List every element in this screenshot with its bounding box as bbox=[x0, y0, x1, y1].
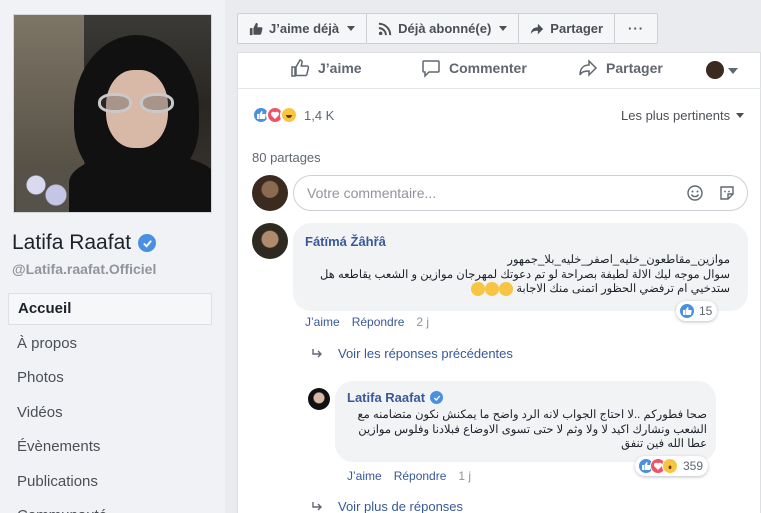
post-share-label: Partager bbox=[606, 60, 663, 76]
verified-badge-icon bbox=[430, 391, 444, 404]
comment-actions: J’aime Répondre 2 j bbox=[305, 315, 429, 329]
share-page-button[interactable]: Partager bbox=[518, 13, 616, 44]
comment-line: موازين_مقاطعون_خليه_اصفر_خليه_بلا_جمهور bbox=[507, 254, 730, 266]
comment-sort-dropdown[interactable]: Les plus pertinents bbox=[621, 108, 745, 123]
view-more-replies-label: Voir plus de réponses bbox=[338, 499, 464, 513]
chevron-down-icon[interactable] bbox=[728, 68, 738, 74]
emoji-icon[interactable] bbox=[686, 184, 704, 202]
share-arrow-icon bbox=[579, 59, 598, 77]
reply-text: صحا فطوركم ..لا احتاج الجواب لانه الرد و… bbox=[347, 408, 707, 452]
comment-reaction-count[interactable]: 15 bbox=[676, 301, 718, 321]
reply-reaction-number: 359 bbox=[683, 459, 704, 473]
comment-reply-link[interactable]: Répondre bbox=[352, 315, 405, 329]
post-comment-label: Commenter bbox=[449, 60, 527, 76]
comment-line: سوال موجه ليك الالة لطيفة بصراحة لو تم د… bbox=[320, 268, 730, 281]
thumbs-up-icon bbox=[249, 22, 263, 35]
page-handle[interactable]: @Latifa.raafat.Officiel bbox=[12, 261, 156, 277]
thinking-emoji-icon bbox=[471, 282, 486, 296]
haha-reaction-icon bbox=[280, 106, 298, 124]
post-action-bar: J’aime Commenter Partager bbox=[238, 53, 761, 89]
page-name-text[interactable]: Latifa Raafat bbox=[12, 231, 131, 255]
reaction-count[interactable]: 1,4 K bbox=[304, 108, 334, 123]
nav-item-communaute[interactable]: Communauté bbox=[8, 499, 212, 513]
comment-bubble-icon bbox=[422, 60, 440, 78]
current-user-avatar bbox=[252, 175, 288, 211]
comment-text: موازين_مقاطعون_خليه_اصفر_خليه_بلا_جمهور … bbox=[305, 253, 730, 297]
page-action-bar: J’aime déjà Déjà abonné(e) Partager ··· bbox=[237, 13, 659, 44]
nav-item-videos[interactable]: Vidéos bbox=[8, 396, 212, 430]
comment-reaction-number: 15 bbox=[699, 304, 713, 318]
reply-line: صحا فطوركم ..لا احتاج الجواب لانه الرد و… bbox=[357, 409, 707, 421]
nav-item-accueil[interactable]: Accueil bbox=[8, 293, 212, 325]
profile-picture[interactable] bbox=[13, 14, 212, 213]
like-reaction-icon bbox=[679, 303, 695, 319]
reply-author[interactable]: Latifa Raafat bbox=[347, 390, 444, 405]
more-options-button[interactable]: ··· bbox=[614, 13, 659, 44]
nav-item-publications[interactable]: Publications bbox=[8, 465, 212, 499]
reply-reaction-count[interactable]: 359 bbox=[635, 456, 709, 476]
reply-reply-link[interactable]: Répondre bbox=[394, 469, 447, 483]
post-card: J’aime Commenter Partager 1,4 K Les plus… bbox=[237, 52, 761, 513]
nav-item-a-propos[interactable]: À propos bbox=[8, 327, 212, 361]
reply-arrow-icon bbox=[312, 348, 322, 357]
verified-badge-icon bbox=[138, 234, 157, 252]
post-as-avatar[interactable] bbox=[706, 61, 724, 79]
view-more-replies-link[interactable]: Voir plus de réponses bbox=[312, 499, 463, 513]
comment-input[interactable]: Votre commentaire... bbox=[293, 175, 748, 211]
comment-line: ستدخيي ام ترفضي الحظور اتمنى منك الاجابة bbox=[516, 283, 730, 296]
thinking-emoji-icon bbox=[485, 282, 500, 296]
reply-timestamp[interactable]: 1 j bbox=[458, 469, 471, 483]
chevron-down-icon bbox=[736, 113, 745, 118]
follow-button[interactable]: Déjà abonné(e) bbox=[366, 13, 520, 44]
comment-author[interactable]: Fátïmá Žâhřâ bbox=[305, 234, 386, 249]
follow-label: Déjà abonné(e) bbox=[398, 21, 492, 36]
share-arrow-icon bbox=[531, 23, 544, 34]
reply-line: عطا الله فين تنفق bbox=[621, 438, 707, 450]
chevron-down-icon bbox=[347, 26, 356, 31]
comment-input-placeholder: Votre commentaire... bbox=[307, 185, 437, 201]
post-like-button[interactable]: J’aime bbox=[290, 58, 362, 78]
post-share-button[interactable]: Partager bbox=[578, 58, 663, 78]
share-page-label: Partager bbox=[550, 21, 604, 36]
left-column: Latifa Raafat @Latifa.raafat.Officiel Ac… bbox=[0, 0, 225, 513]
view-previous-replies-label: Voir les réponses précédentes bbox=[338, 346, 513, 361]
reply-arrow-icon bbox=[312, 501, 322, 510]
commenter-avatar[interactable] bbox=[252, 223, 288, 259]
comment-timestamp[interactable]: 2 j bbox=[416, 315, 429, 329]
reply-line: الشعب ونشارك اكيد لا ولا وثم لا حتى تسوى… bbox=[358, 423, 707, 436]
comment-like-link[interactable]: J’aime bbox=[305, 315, 340, 329]
reaction-summary[interactable]: 1,4 K bbox=[252, 106, 334, 124]
like-page-label: J’aime déjà bbox=[269, 21, 340, 36]
post-comment-button[interactable]: Commenter bbox=[421, 58, 527, 78]
page-name[interactable]: Latifa Raafat bbox=[12, 231, 157, 255]
like-page-button[interactable]: J’aime déjà bbox=[237, 13, 368, 44]
share-count[interactable]: 80 partages bbox=[252, 150, 321, 165]
reply-author-avatar[interactable] bbox=[308, 388, 330, 410]
reply-actions: J’aime Répondre 1 j bbox=[347, 469, 471, 483]
thumbs-up-icon bbox=[291, 59, 310, 77]
rss-icon bbox=[378, 22, 392, 35]
page-nav: Accueil À propos Photos Vidéos Évènement… bbox=[8, 293, 212, 513]
reply-like-link[interactable]: J’aime bbox=[347, 469, 382, 483]
nav-item-photos[interactable]: Photos bbox=[8, 361, 212, 395]
nav-item-evenements[interactable]: Évènements bbox=[8, 430, 212, 464]
chevron-down-icon bbox=[499, 26, 508, 31]
comment-sort-label: Les plus pertinents bbox=[621, 108, 731, 123]
view-previous-replies-link[interactable]: Voir les réponses précédentes bbox=[312, 346, 513, 361]
wow-reaction-icon bbox=[662, 458, 678, 474]
thinking-emoji-icon bbox=[499, 282, 514, 296]
post-like-label: J’aime bbox=[318, 60, 362, 76]
sticker-icon[interactable] bbox=[718, 184, 736, 202]
reply-author-name[interactable]: Latifa Raafat bbox=[347, 390, 425, 405]
